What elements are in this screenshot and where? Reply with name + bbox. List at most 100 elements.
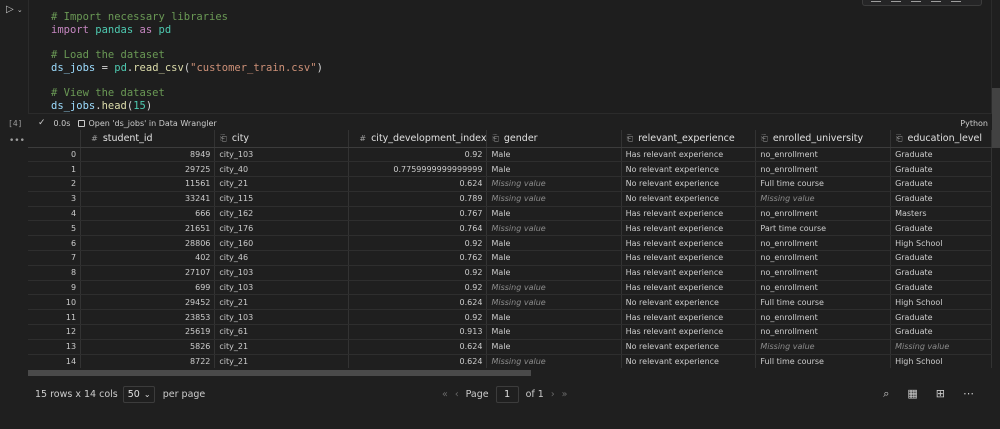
- text-type-icon: ⎗: [220, 133, 227, 143]
- row-index: 3: [28, 191, 82, 207]
- table-row[interactable]: 11 23853 city_103 0.92 Male Has relevant expe…: [28, 309, 992, 326]
- table-cell: no_enrollment: [755, 250, 892, 266]
- grid-tools: ⌕ ▦ ⊞ ⋯: [883, 387, 974, 401]
- table-row[interactable]: 9 699 city_103 0.92 Missing value Has relevan…: [28, 280, 992, 296]
- grid-footer: 15 rows x 14 cols 50 ⌄ per page « ‹ Page …: [28, 380, 992, 408]
- table-row[interactable]: 12 25619 city_61 0.913 Male Has relevant expe…: [28, 324, 992, 340]
- table-cell: 0.764: [348, 220, 488, 237]
- column-header-city[interactable]: ⎗ city: [214, 130, 350, 148]
- table-cell: 402: [80, 250, 216, 266]
- run-cell-button[interactable]: ▷ ⌄: [6, 4, 28, 18]
- kernel-language[interactable]: Python: [960, 119, 988, 128]
- row-index: 2: [28, 176, 82, 192]
- table-row[interactable]: 8 27107 city_103 0.92 Male Has relevant exper…: [28, 265, 992, 281]
- output-more-button[interactable]: •••: [9, 136, 25, 146]
- table-cell: Graduate: [890, 309, 992, 326]
- code-text[interactable]: # Import necessary libraries import pand…: [29, 0, 991, 113]
- text-type-icon: ⎗: [896, 133, 903, 143]
- table-cell: 0.92: [348, 147, 488, 163]
- column-header-relevant-experience[interactable]: ⎗ relevant_experience: [621, 130, 757, 148]
- table-cell: Has relevant experience: [621, 250, 757, 266]
- table-row[interactable]: 4 666 city_162 0.767 Male Has relevant experi…: [28, 206, 992, 222]
- column-header-label: city: [231, 132, 250, 144]
- column-header-enrolled-university[interactable]: ⎗ enrolled_university: [755, 130, 892, 148]
- table-cell: city_103: [214, 147, 350, 163]
- numeric-type-icon: #: [359, 133, 367, 143]
- column-header-label: enrolled_university: [772, 132, 864, 144]
- table-cell: No relevant experience: [621, 191, 757, 207]
- row-index: 0: [28, 147, 82, 163]
- toolbar-icon[interactable]: [911, 0, 921, 2]
- page-label: Page: [465, 388, 489, 400]
- cell-toolbar: [862, 0, 982, 6]
- code-line: # Import necessary libraries: [51, 11, 229, 23]
- next-page-icon[interactable]: ›: [551, 389, 555, 400]
- table-row[interactable]: 13 5826 city_21 0.624 Male No relevant experi…: [28, 339, 992, 355]
- prev-page-icon[interactable]: ‹: [455, 389, 459, 400]
- row-index: 4: [28, 206, 82, 222]
- table-cell: no_enrollment: [755, 206, 892, 222]
- table-cell: Has relevant experience: [621, 235, 757, 252]
- table-cell: Missing value: [486, 280, 622, 296]
- table-cell: 0.913: [348, 324, 488, 340]
- table-cell: city_160: [214, 235, 350, 252]
- column-header-education-level[interactable]: ⎗ education_level: [890, 130, 992, 148]
- row-index: 12: [28, 324, 82, 340]
- more-icon[interactable]: ⋯: [963, 387, 974, 401]
- vertical-scrollbar[interactable]: [992, 88, 1000, 148]
- table-cell: city_21: [214, 339, 350, 355]
- column-header-city-development-index[interactable]: # city_development_index: [348, 130, 488, 148]
- table-cell: Missing value: [486, 176, 622, 192]
- table-cell: Male: [486, 206, 622, 222]
- numeric-type-icon: #: [91, 133, 98, 143]
- table-cell: city_176: [214, 220, 350, 237]
- table-row[interactable]: 3 33241 city_115 0.789 Missing value No relev…: [28, 191, 992, 207]
- chevron-down-icon[interactable]: ⌄: [17, 6, 23, 14]
- table-cell: 0.92: [348, 235, 488, 252]
- table-cell: city_21: [214, 354, 350, 368]
- table-row[interactable]: 5 21651 city_176 0.764 Missing value Has rele…: [28, 220, 992, 237]
- page-size-select[interactable]: 50 ⌄: [122, 385, 155, 403]
- chevron-down-icon: ⌄: [143, 389, 151, 399]
- table-cell: Graduate: [890, 191, 992, 207]
- search-icon[interactable]: ⌕: [883, 387, 889, 401]
- table-row[interactable]: 1 29725 city_40 0.7759999999999999 Male No re…: [28, 161, 992, 178]
- grid-icon[interactable]: ⊞: [936, 387, 945, 401]
- table-row[interactable]: 6 28806 city_160 0.92 Male Has relevant exper…: [28, 235, 992, 252]
- table-cell: no_enrollment: [755, 280, 892, 296]
- text-type-icon: ⎗: [626, 133, 634, 143]
- column-header-student-id[interactable]: # student_id: [80, 130, 216, 148]
- table-cell: no_enrollment: [755, 147, 892, 163]
- table-cell: Male: [486, 309, 622, 326]
- table-cell: Missing value: [755, 191, 892, 207]
- columns-icon[interactable]: ▦: [907, 387, 917, 401]
- table-cell: city_103: [214, 280, 350, 296]
- row-index: 1: [28, 161, 82, 178]
- table-row[interactable]: 0 8949 city_103 0.92 Male Has relevant experi…: [28, 147, 992, 163]
- toolbar-icon[interactable]: [951, 0, 961, 2]
- table-row[interactable]: 10 29452 city_21 0.624 Missing value No relev…: [28, 294, 992, 311]
- horizontal-scrollbar[interactable]: [28, 370, 531, 376]
- toolbar-icon[interactable]: [891, 0, 901, 2]
- code-editor[interactable]: # Import necessary libraries import pand…: [28, 0, 992, 114]
- table-cell: Has relevant experience: [621, 280, 757, 296]
- table-cell: Male: [486, 147, 622, 163]
- table-row[interactable]: 2 11561 city_21 0.624 Missing value No releva…: [28, 176, 992, 192]
- table-row[interactable]: 7 402 city_46 0.762 Male Has relevant experie…: [28, 250, 992, 266]
- table-cell: 33241: [80, 191, 216, 207]
- table-cell: city_162: [214, 206, 350, 222]
- toolbar-icon[interactable]: [931, 0, 941, 2]
- per-page-label: per page: [162, 388, 206, 400]
- page-number-input[interactable]: 1: [495, 385, 519, 403]
- table-cell: 28806: [80, 235, 216, 252]
- table-row[interactable]: 14 8722 city_21 0.624 Missing value No releva…: [28, 354, 992, 368]
- column-header-gender[interactable]: ⎗ gender: [486, 130, 622, 148]
- table-cell: Part time course: [755, 220, 892, 237]
- table-cell: Missing value: [486, 294, 622, 311]
- first-page-icon[interactable]: «: [442, 389, 448, 400]
- toolbar-icon[interactable]: [871, 0, 881, 2]
- open-data-wrangler-link[interactable]: Open 'ds_jobs' in Data Wrangler: [78, 119, 217, 128]
- table-cell: city_103: [214, 309, 350, 326]
- row-index: 6: [28, 235, 82, 252]
- last-page-icon[interactable]: »: [562, 389, 568, 400]
